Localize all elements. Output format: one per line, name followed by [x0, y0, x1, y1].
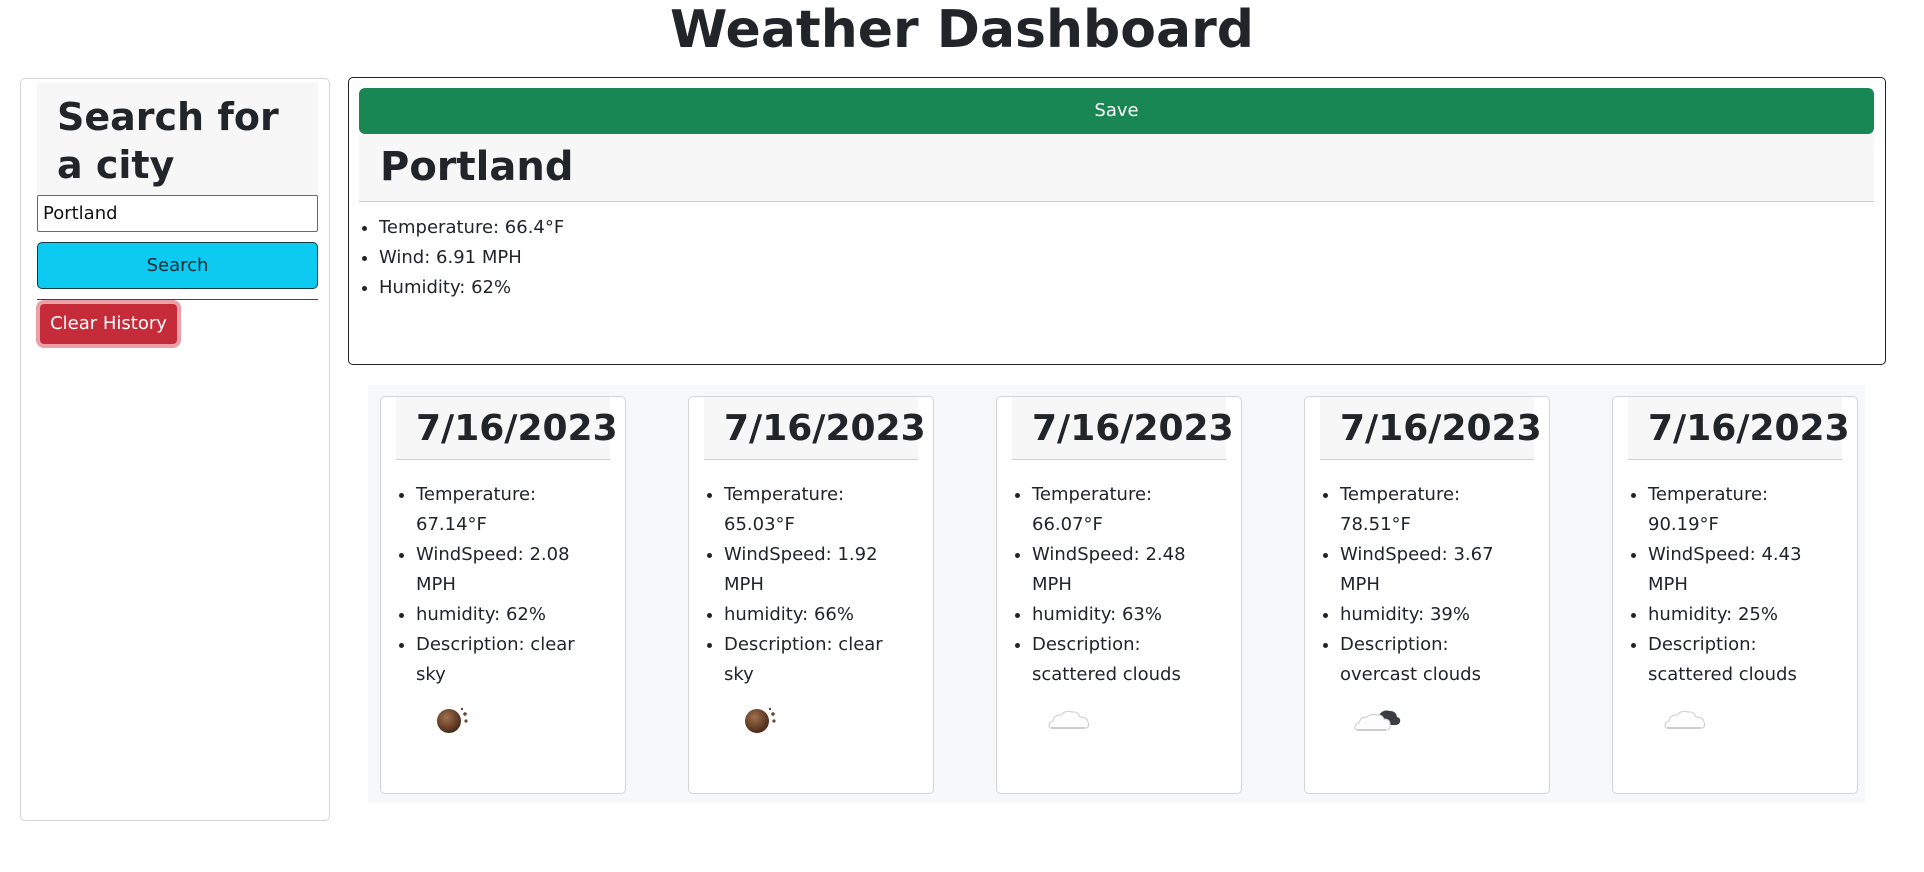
current-humidity: Humidity: 62%	[379, 273, 564, 303]
forecast-windspeed: WindSpeed: 1.92 MPH	[724, 540, 914, 600]
clear-history-button[interactable]: Clear History	[36, 300, 181, 348]
current-weather-list: Temperature: 66.4°F Wind: 6.91 MPH Humid…	[379, 213, 564, 303]
forecast-card: 7/16/2023 Temperature: 90.19°F WindSpeed…	[1612, 396, 1858, 794]
sidebar-heading-box: Search for a city	[37, 83, 318, 195]
forecast-card-header: 7/16/2023	[396, 397, 618, 460]
forecast-details-list: Temperature: 67.14°F WindSpeed: 2.08 MPH…	[416, 480, 606, 690]
current-wind: Wind: 6.91 MPH	[379, 243, 564, 273]
current-weather-card: Save Portland Temperature: 66.4°F Wind: …	[348, 77, 1886, 365]
forecast-card: 7/16/2023 Temperature: 65.03°F WindSpeed…	[688, 396, 934, 794]
forecast-temperature: Temperature: 65.03°F	[724, 480, 914, 540]
sidebar-heading: Search for a city	[57, 95, 279, 187]
forecast-card: 7/16/2023 Temperature: 78.51°F WindSpeed…	[1304, 396, 1550, 794]
forecast-date: 7/16/2023	[1032, 408, 1234, 449]
forecast-windspeed: WindSpeed: 2.08 MPH	[416, 540, 606, 600]
forecast-temperature: Temperature: 90.19°F	[1648, 480, 1838, 540]
forecast-area: 7/16/2023 Temperature: 67.14°F WindSpeed…	[368, 385, 1865, 803]
forecast-date: 7/16/2023	[416, 408, 618, 449]
forecast-windspeed: WindSpeed: 4.43 MPH	[1648, 540, 1838, 600]
clear-night-icon	[745, 707, 776, 733]
forecast-description: Description: clear sky	[416, 630, 606, 690]
forecast-date: 7/16/2023	[1340, 408, 1542, 449]
forecast-details-list: Temperature: 90.19°F WindSpeed: 4.43 MPH…	[1648, 480, 1838, 690]
current-temperature: Temperature: 66.4°F	[379, 213, 564, 243]
forecast-description: Description: overcast clouds	[1340, 630, 1530, 690]
forecast-humidity: humidity: 25%	[1648, 600, 1838, 630]
search-sidebar: Search for a city Search Clear History	[20, 78, 330, 821]
save-button[interactable]: Save	[359, 88, 1874, 134]
forecast-date: 7/16/2023	[1648, 408, 1850, 449]
forecast-temperature: Temperature: 66.07°F	[1032, 480, 1222, 540]
forecast-humidity: humidity: 39%	[1340, 600, 1530, 630]
forecast-card: 7/16/2023 Temperature: 66.07°F WindSpeed…	[996, 396, 1242, 794]
forecast-card-header: 7/16/2023	[1628, 397, 1850, 460]
forecast-temperature: Temperature: 78.51°F	[1340, 480, 1530, 540]
forecast-card: 7/16/2023 Temperature: 67.14°F WindSpeed…	[380, 396, 626, 794]
forecast-card-header: 7/16/2023	[1320, 397, 1542, 460]
current-city-name: Portland	[380, 144, 574, 190]
forecast-card-header: 7/16/2023	[1012, 397, 1234, 460]
forecast-description: Description: scattered clouds	[1032, 630, 1222, 690]
current-weather-header: Portland	[359, 134, 1874, 202]
forecast-details-list: Temperature: 66.07°F WindSpeed: 2.48 MPH…	[1032, 480, 1222, 690]
forecast-details-list: Temperature: 65.03°F WindSpeed: 1.92 MPH…	[724, 480, 914, 690]
overcast-clouds-icon	[1354, 710, 1401, 731]
forecast-humidity: humidity: 66%	[724, 600, 914, 630]
cloud-icon	[1664, 710, 1706, 729]
forecast-details-list: Temperature: 78.51°F WindSpeed: 3.67 MPH…	[1340, 480, 1530, 690]
city-search-input[interactable]	[37, 195, 318, 232]
page-title: Weather Dashboard	[670, 0, 1254, 60]
forecast-date: 7/16/2023	[724, 408, 926, 449]
forecast-windspeed: WindSpeed: 3.67 MPH	[1340, 540, 1530, 600]
cloud-icon	[1048, 710, 1090, 729]
forecast-windspeed: WindSpeed: 2.48 MPH	[1032, 540, 1222, 600]
forecast-temperature: Temperature: 67.14°F	[416, 480, 606, 540]
forecast-humidity: humidity: 63%	[1032, 600, 1222, 630]
forecast-card-header: 7/16/2023	[704, 397, 926, 460]
forecast-humidity: humidity: 62%	[416, 600, 606, 630]
forecast-description: Description: clear sky	[724, 630, 914, 690]
clear-night-icon	[437, 707, 468, 733]
forecast-description: Description: scattered clouds	[1648, 630, 1838, 690]
search-button[interactable]: Search	[37, 242, 318, 289]
